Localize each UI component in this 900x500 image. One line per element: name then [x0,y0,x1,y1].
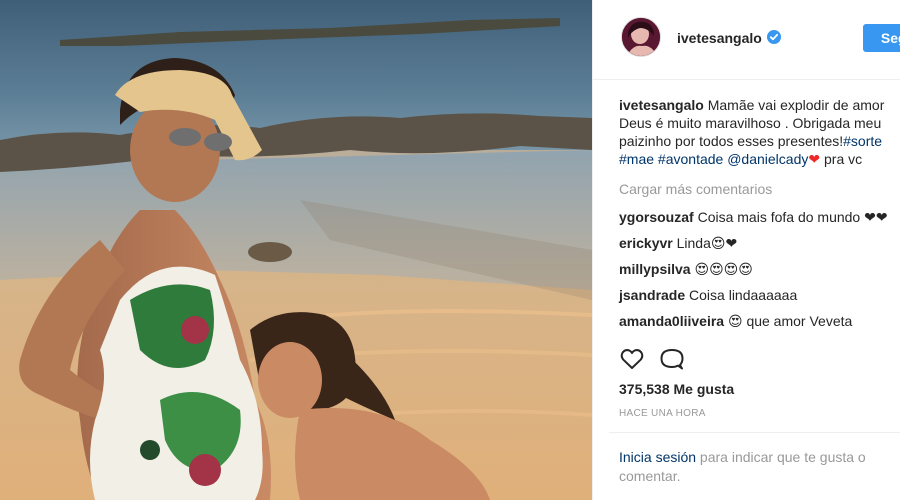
header-username[interactable]: ivetesangalo [677,30,762,46]
login-prompt: Inicia sesión para indicar que te gusta … [619,448,894,486]
caption-line-4-end: pra vc [824,151,863,167]
comment-text: 😍😍😍😍 [694,261,753,277]
comment-text: Linda😍❤ [676,235,738,251]
red-heart-emoji: ❤ [808,151,821,167]
comment-username[interactable]: jsandrade [619,287,685,303]
load-more-comments-link[interactable]: Cargar más comentarios [619,180,900,198]
comments-section: ivetesangalo Mamãe vai explodir de amor … [619,96,900,330]
mention-danielcady[interactable]: @danielcady [727,151,808,167]
post-caption: ivetesangalo Mamãe vai explodir de amor … [619,96,900,168]
caption-line-3: paizinho por todos esses presentes! [619,133,844,149]
comment-username[interactable]: millypsilva [619,261,691,277]
comment-text: 😍 que amor Veveta [727,313,853,329]
comment-text: Coisa mais fofa do mundo ❤❤ [697,209,888,225]
post-timestamp[interactable]: HACE UNA HORA [619,408,706,419]
comment-bubble-icon[interactable] [659,346,685,372]
comment-item: amanda0liiveira 😍 que amor Veveta [619,312,900,330]
hashtag-mae[interactable]: #mae [619,151,654,167]
verified-badge-icon [767,30,781,44]
post-photo[interactable] [0,0,592,500]
comment-item: jsandrade Coisa lindaaaaaa [619,286,900,304]
divider [609,432,900,433]
caption-line-2: Deus é muito maravilhoso . Obrigada meu [619,115,882,131]
hashtag-sorte[interactable]: #sorte [843,133,882,149]
comment-username[interactable]: ygorsouzaf [619,209,694,225]
post-header: ivetesangalo Segu [593,0,900,80]
login-link[interactable]: Inicia sesión [619,449,696,465]
comment-item: erickyvr Linda😍❤ [619,234,900,252]
comment-username[interactable]: erickyvr [619,235,673,251]
comment-item: ygorsouzaf Coisa mais fofa do mundo ❤❤ [619,208,900,226]
comment-item: millypsilva 😍😍😍😍 [619,260,900,278]
caption-username[interactable]: ivetesangalo [619,97,704,113]
comment-list: ygorsouzaf Coisa mais fofa do mundo ❤❤ e… [619,208,900,330]
beach-photo [0,0,592,500]
hashtag-avontade[interactable]: #avontade [658,151,723,167]
follow-button[interactable]: Segu [863,24,900,52]
comment-text: Coisa lindaaaaaa [689,287,798,303]
heart-outline-icon[interactable] [619,346,645,372]
comment-username[interactable]: amanda0liiveira [619,313,724,329]
post-sidebar: ivetesangalo Segu ivetesangalo Mamãe vai… [592,0,900,500]
caption-line-1: Mamãe vai explodir de amor [707,97,885,113]
avatar[interactable] [621,17,661,57]
likes-count[interactable]: 375,538 Me gusta [619,381,734,397]
